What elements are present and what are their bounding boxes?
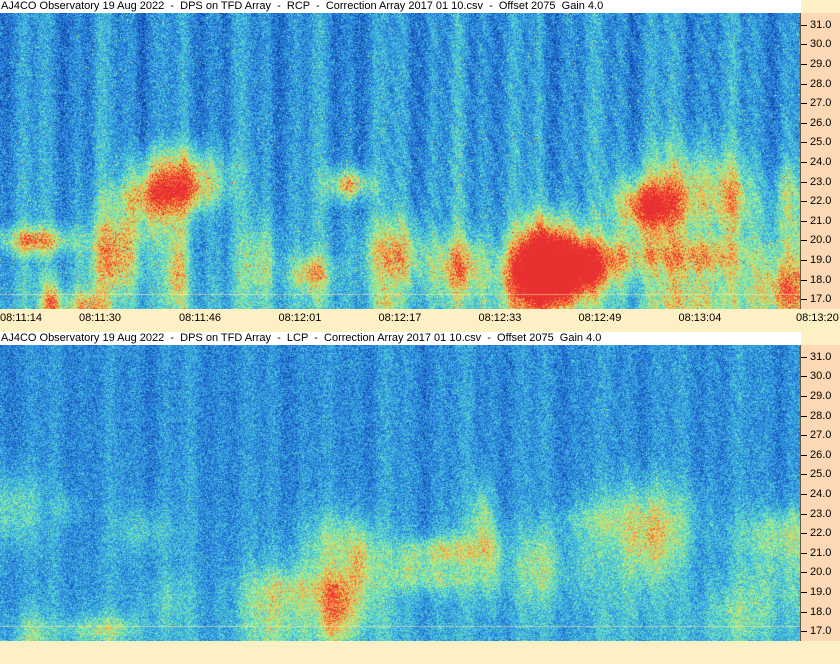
y-tick-mark [801, 142, 807, 143]
y-tick-label: 29.0 [810, 390, 832, 402]
y-tick-mark [801, 280, 807, 281]
y-tick-mark [801, 631, 807, 632]
y-tick-label: 29.0 [810, 58, 832, 70]
y-tick-label: 27.0 [810, 429, 832, 441]
y-tick-mark [801, 396, 807, 397]
rcp-panel-title: AJ4CO Observatory 19 Aug 2022 - DPS on T… [0, 0, 801, 13]
y-tick-label: 19.0 [810, 254, 832, 266]
y-tick-label: 31.0 [810, 351, 832, 363]
y-tick-label: 30.0 [810, 38, 832, 50]
y-tick-mark [801, 572, 807, 573]
x-tick-label: 08:13:04 [678, 312, 722, 324]
x-tick-label: 08:12:49 [578, 312, 622, 324]
y-tick-mark [801, 592, 807, 593]
y-tick-mark [801, 260, 807, 261]
y-tick-label: 18.0 [810, 274, 832, 286]
y-tick-mark [801, 123, 807, 124]
y-tick-label: 28.0 [810, 78, 832, 90]
x-tick-label: 08:12:17 [378, 312, 422, 324]
x-tick-label: 08:12:33 [478, 312, 522, 324]
y-tick-label: 22.0 [810, 195, 832, 207]
y-tick-mark [801, 612, 807, 613]
y-tick-label: 30.0 [810, 370, 832, 382]
y-tick-label: 24.0 [810, 156, 832, 168]
y-tick-label: 20.0 [810, 234, 832, 246]
y-tick-mark [801, 103, 807, 104]
x-tick-label: 08:11:30 [79, 312, 122, 324]
y-tick-label: 24.0 [810, 488, 832, 500]
bottom-margin [0, 642, 840, 664]
y-tick-mark [801, 64, 807, 65]
y-tick-label: 23.0 [810, 176, 832, 188]
y-tick-label: 17.0 [810, 293, 832, 305]
rcp-frequency-axis: 31.0 30.0 29.0 28.0 27.0 26.0 25.0 24.0 23.0 22.0… [800, 13, 840, 309]
y-tick-mark [801, 201, 807, 202]
y-tick-label: 17.0 [810, 625, 832, 637]
y-tick-label: 26.0 [810, 117, 832, 129]
lcp-frequency-axis: 31.0 30.0 29.0 28.0 27.0 26.0 25.0 24.0 23.0 22.0… [800, 345, 840, 641]
y-tick-label: 21.0 [810, 547, 832, 559]
y-tick-label: 27.0 [810, 97, 832, 109]
y-tick-label: 25.0 [810, 468, 832, 480]
y-tick-mark [801, 84, 807, 85]
y-tick-label: 21.0 [810, 215, 832, 227]
y-tick-label: 23.0 [810, 508, 832, 520]
y-tick-mark [801, 357, 807, 358]
y-tick-mark [801, 514, 807, 515]
y-tick-label: 22.0 [810, 527, 832, 539]
y-tick-label: 28.0 [810, 410, 832, 422]
y-tick-mark [801, 240, 807, 241]
y-tick-label: 26.0 [810, 449, 832, 461]
y-tick-mark [801, 44, 807, 45]
time-axis: 08:11:14 08:11:30 08:11:46 08:12:01 08:12:17… [0, 309, 840, 332]
y-tick-label: 18.0 [810, 606, 832, 618]
y-tick-mark [801, 182, 807, 183]
y-tick-mark [801, 25, 807, 26]
lcp-spectrogram [0, 345, 800, 641]
y-tick-mark [801, 474, 807, 475]
lcp-panel-title: AJ4CO Observatory 19 Aug 2022 - DPS on T… [0, 332, 801, 345]
y-tick-label: 31.0 [810, 19, 832, 31]
y-tick-mark [801, 162, 807, 163]
y-tick-mark [801, 553, 807, 554]
y-tick-mark [801, 416, 807, 417]
y-tick-mark [801, 435, 807, 436]
x-tick-label: 08:13:20 [796, 312, 839, 324]
y-tick-mark [801, 494, 807, 495]
x-tick-label: 08:11:46 [179, 312, 222, 324]
x-tick-label: 08:12:01 [278, 312, 322, 324]
y-tick-mark [801, 533, 807, 534]
y-tick-label: 20.0 [810, 566, 832, 578]
y-tick-label: 19.0 [810, 586, 832, 598]
rcp-spectrogram [0, 13, 800, 309]
x-tick-label: 08:11:14 [0, 312, 43, 324]
y-tick-mark [801, 221, 807, 222]
y-tick-mark [801, 455, 807, 456]
y-tick-mark [801, 376, 807, 377]
y-tick-label: 25.0 [810, 136, 832, 148]
y-tick-mark [801, 299, 807, 300]
